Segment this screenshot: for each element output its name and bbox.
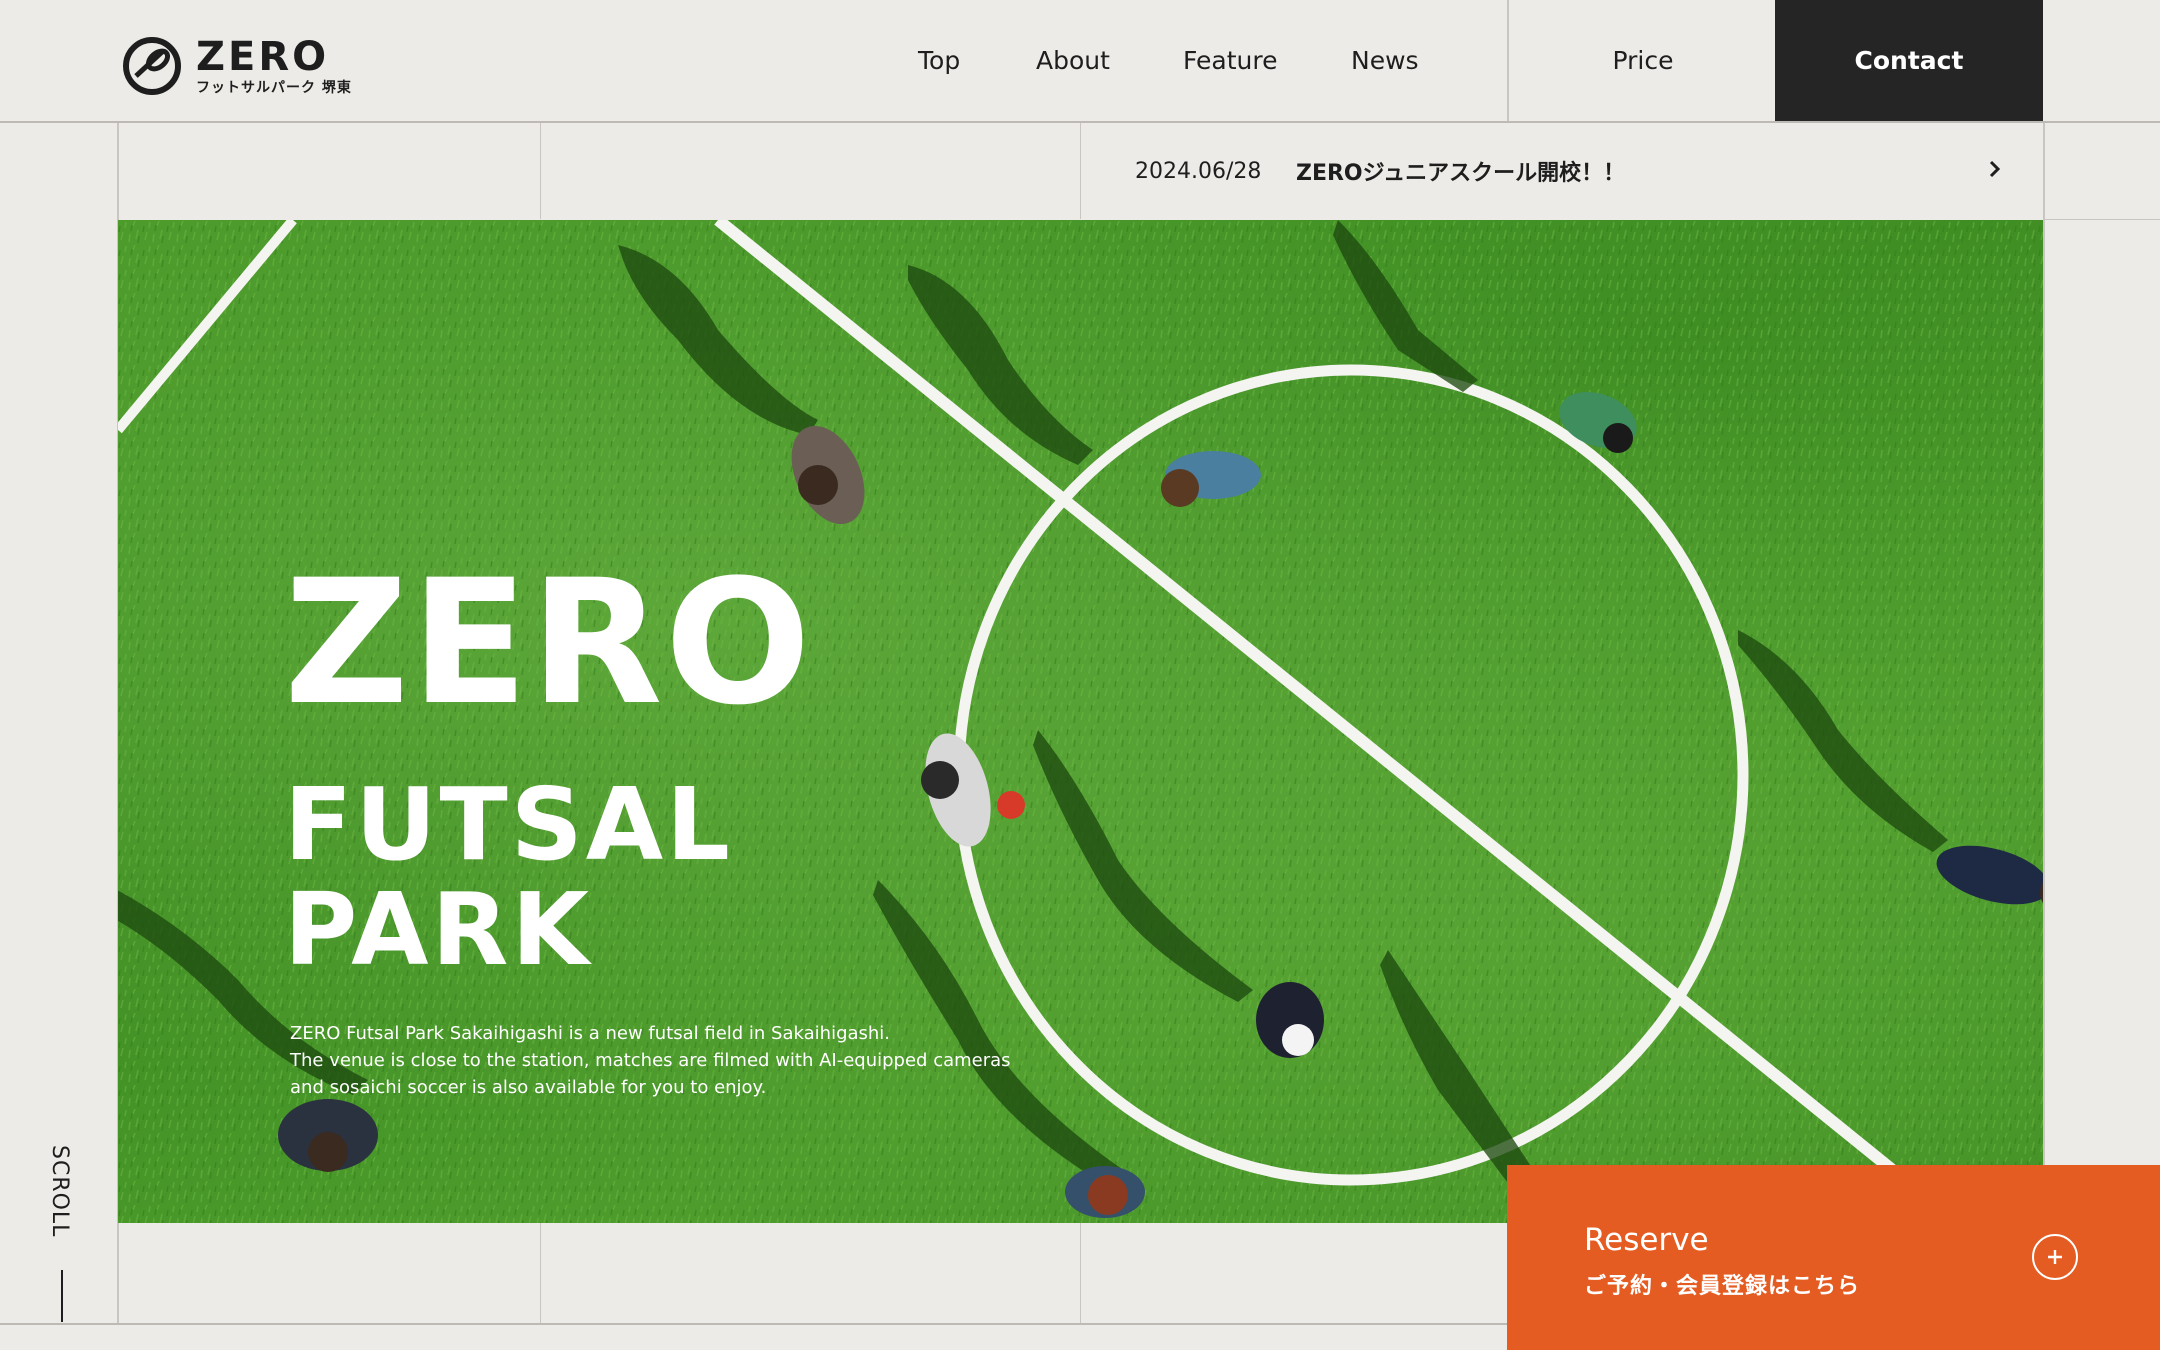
hero-description-line: The venue is close to the station, match… (290, 1050, 1011, 1071)
scroll-indicator-line (61, 1270, 63, 1322)
price-button[interactable]: Price (1507, 0, 1777, 121)
nav-feature[interactable]: Feature (1183, 46, 1277, 75)
hero-description: ZERO Futsal Park Sakaihigashi is a new f… (290, 1020, 1011, 1101)
chevron-right-icon[interactable] (1981, 155, 2009, 183)
logo-subtitle: フットサルパーク 堺東 (196, 80, 352, 96)
hero-title-futsal: FUTSAL (284, 766, 733, 883)
hero-image: ZERO FUTSAL PARK ZERO Futsal Park Sakaih… (118, 220, 2043, 1223)
site-logo[interactable]: ZERO フットサルパーク 堺東 (122, 36, 352, 96)
hero-title-park: PARK (284, 871, 592, 988)
grid-line-right (2043, 121, 2045, 1165)
reserve-title: Reserve (1584, 1222, 1709, 1258)
grid-line-2 (540, 121, 541, 219)
plus-circle-icon (2032, 1234, 2078, 1280)
logo-wordmark: ZERO (196, 34, 330, 80)
news-date: 2024.06/28 (1135, 158, 1262, 184)
news-title: ZEROジュニアスクール開校！！ (1296, 161, 1626, 186)
grid-line-h1 (2045, 219, 2160, 220)
nav-about[interactable]: About (1036, 46, 1110, 75)
contact-label: Contact (1854, 46, 1964, 75)
grid-line-bottom (0, 1323, 1507, 1325)
grid-line-2b (540, 1223, 541, 1323)
reserve-subtitle: ご予約・会員登録はこちら (1584, 1274, 1861, 1299)
contact-button[interactable]: Contact (1775, 0, 2043, 121)
price-label: Price (1612, 46, 1674, 75)
grid-line-3b (1080, 1223, 1081, 1323)
news-ticker[interactable]: 2024.06/28 ZEROジュニアスクール開校！！ (1081, 123, 2043, 219)
hero-title-zero: ZERO (284, 542, 813, 743)
nav-top[interactable]: Top (918, 46, 960, 75)
nav-news[interactable]: News (1351, 46, 1419, 75)
soccer-ball-logo-icon (123, 37, 181, 95)
hero-description-line: ZERO Futsal Park Sakaihigashi is a new f… (290, 1023, 891, 1044)
scroll-indicator-label[interactable]: SCROLL (47, 1145, 72, 1237)
reserve-button[interactable]: Reserve ご予約・会員登録はこちら (1507, 1165, 2160, 1350)
hero-description-line: and sosaichi soccer is also available fo… (290, 1077, 767, 1098)
site-header: ZERO フットサルパーク 堺東 Top About Feature News … (0, 0, 2160, 123)
